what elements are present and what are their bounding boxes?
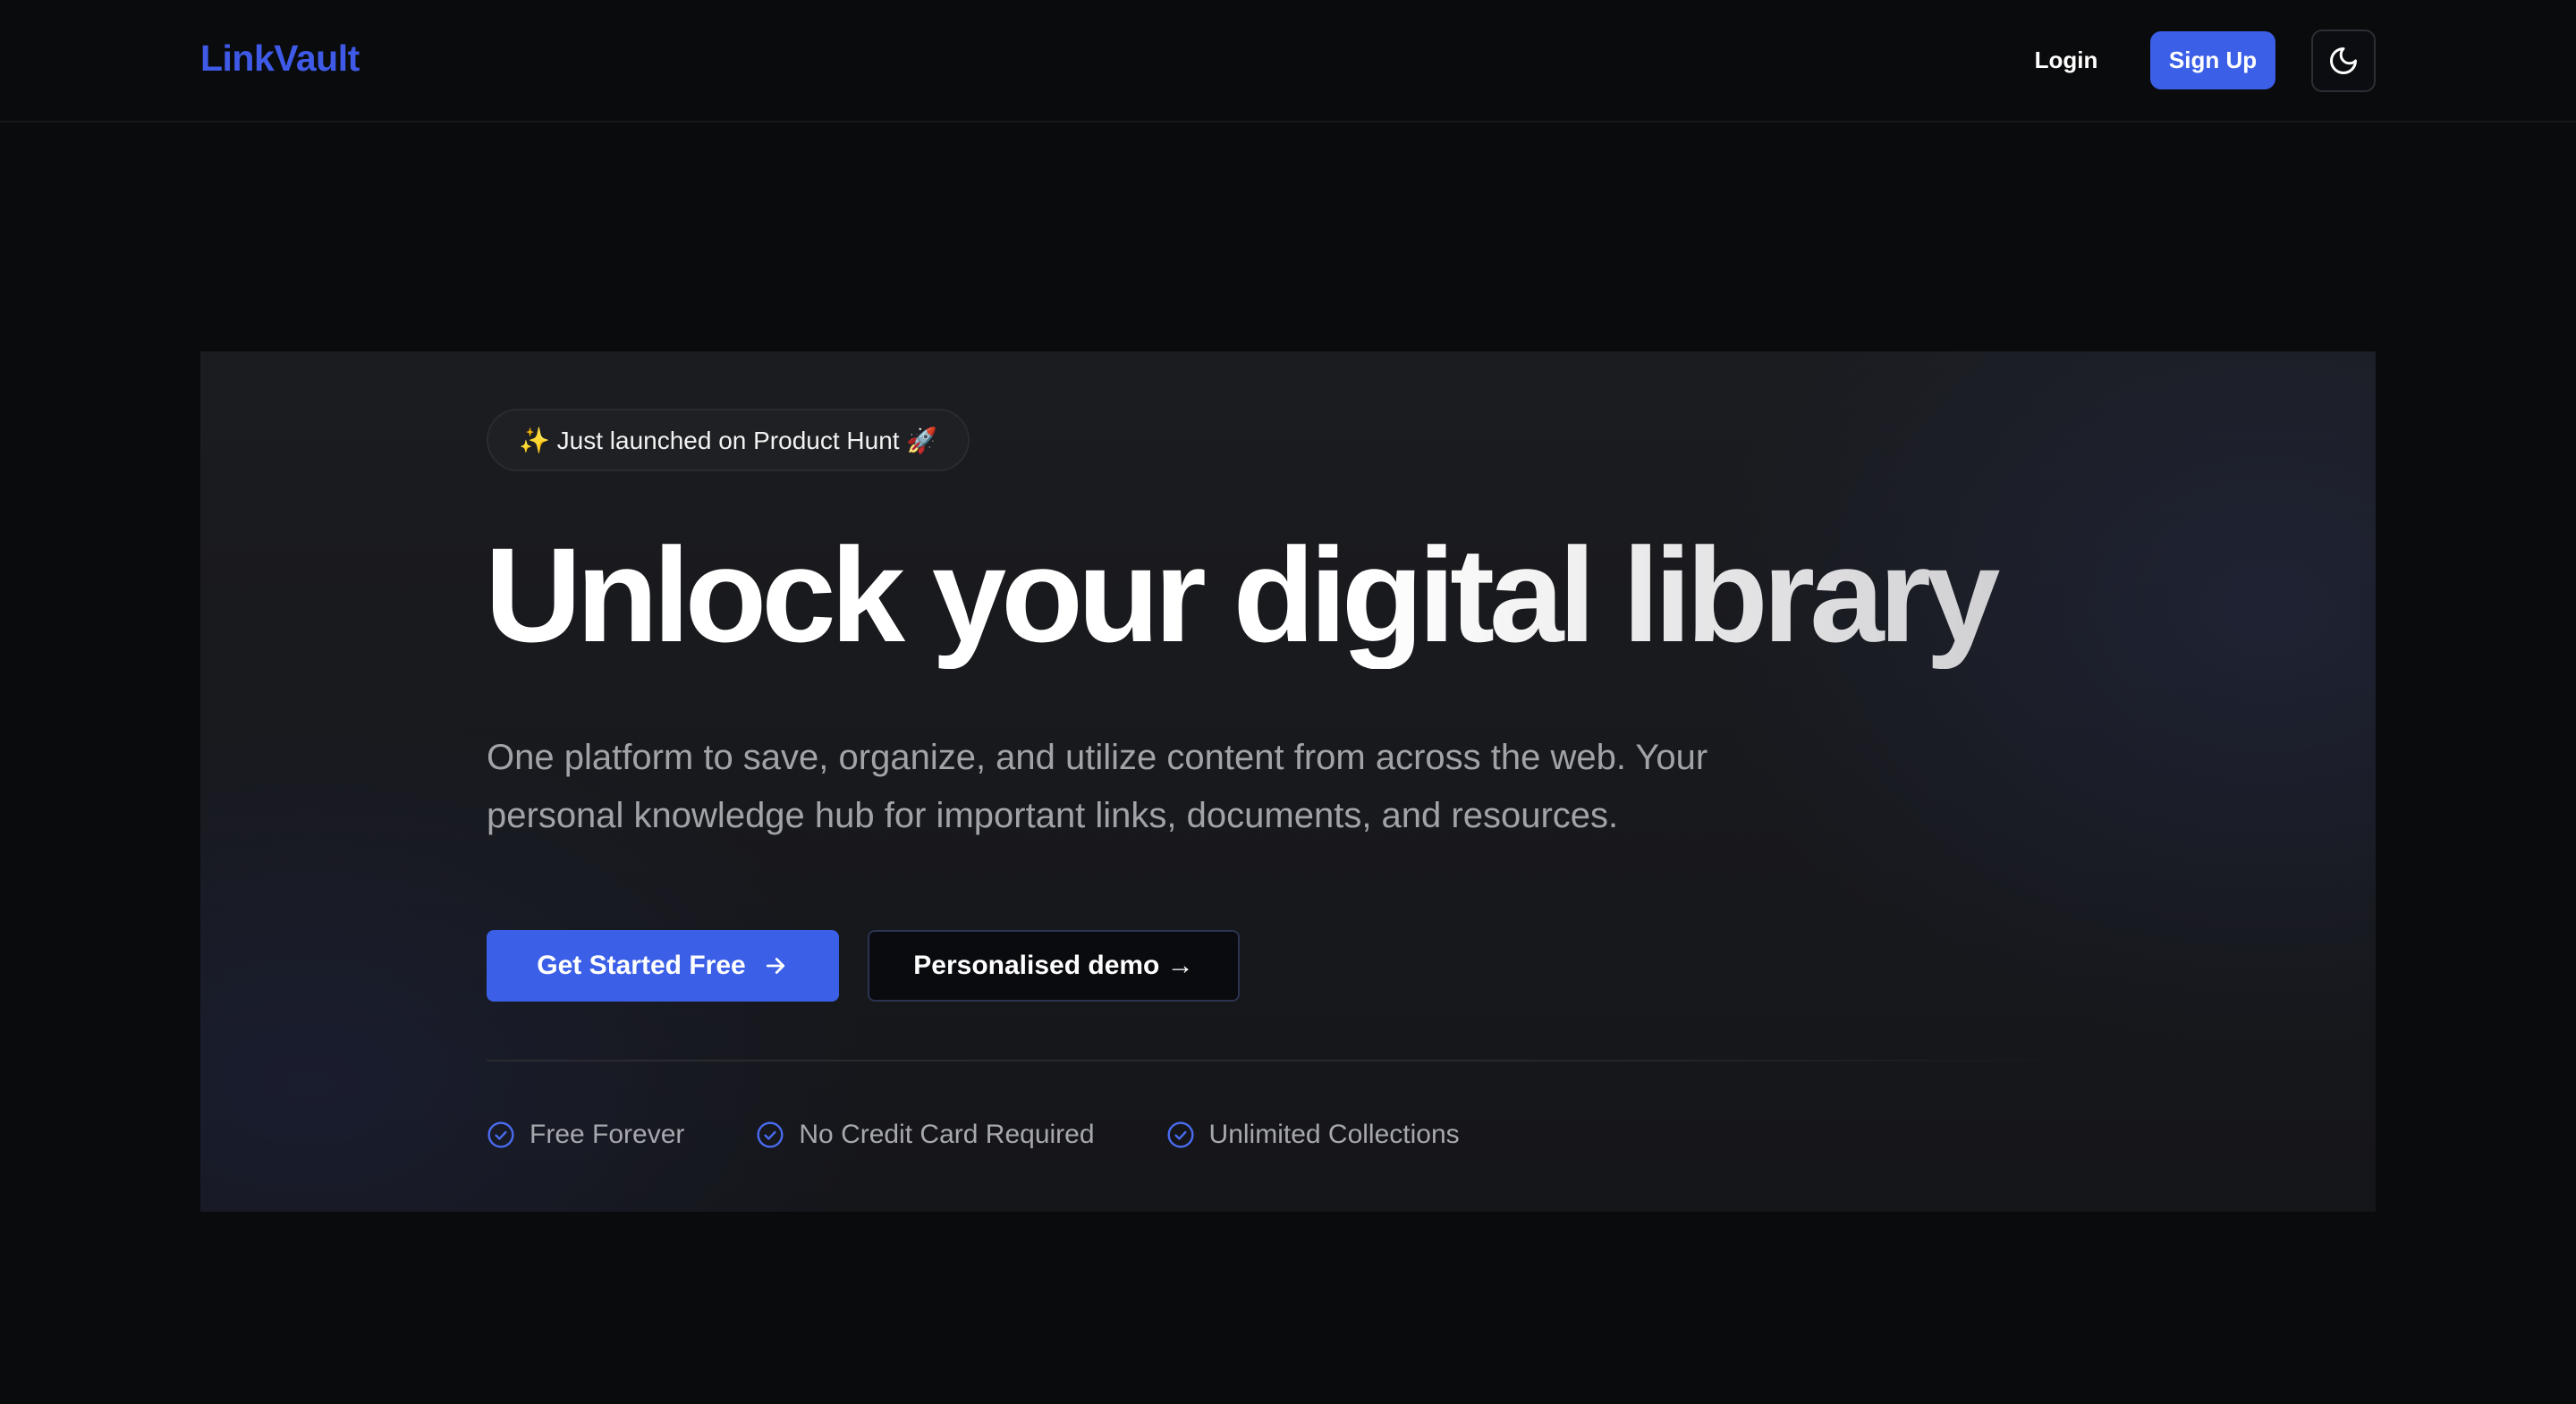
hero-headline: Unlock your digital library [485,521,2095,669]
moon-icon [2330,47,2357,74]
sign-up-button[interactable]: Sign Up [2150,31,2275,89]
top-nav: LinkVault Login Sign Up [0,0,2576,123]
personalised-demo-button[interactable]: Personalised demo → [868,930,1240,1002]
feature-list: Free Forever No Credit Card Required Unl… [487,1117,1460,1153]
product-hunt-badge[interactable]: ✨ Just launched on Product Hunt 🚀 [487,409,970,471]
feature-item: Free Forever [487,1120,684,1150]
hero-section: ✨ Just launched on Product Hunt 🚀 Unlock… [200,351,2376,1212]
login-button[interactable]: Login [2004,30,2129,89]
feature-label: No Credit Card Required [799,1120,1095,1149]
arrow-right-icon [766,958,784,974]
check-circle-icon [1167,1121,1194,1148]
get-started-button[interactable]: Get Started Free [487,930,839,1002]
brand-logo[interactable]: LinkVault [200,38,360,80]
theme-toggle-button[interactable] [2311,30,2376,92]
badge-text: ✨ Just launched on Product Hunt 🚀 [519,426,938,454]
get-started-label: Get Started Free [537,951,746,980]
check-circle-icon [487,1121,514,1148]
check-circle-icon [757,1121,784,1148]
hero-divider [487,1060,2089,1061]
personalised-demo-label: Personalised demo → [913,951,1194,980]
feature-item: Unlimited Collections [1166,1120,1460,1150]
hero-subtext: One platform to save, organize, and util… [487,738,1708,835]
landing-page: LinkVault Login Sign Up ✨ Just launched … [0,0,2576,1404]
feature-label: Unlimited Collections [1208,1120,1460,1149]
feature-label: Free Forever [530,1120,685,1149]
feature-item: No Credit Card Required [756,1120,1095,1150]
